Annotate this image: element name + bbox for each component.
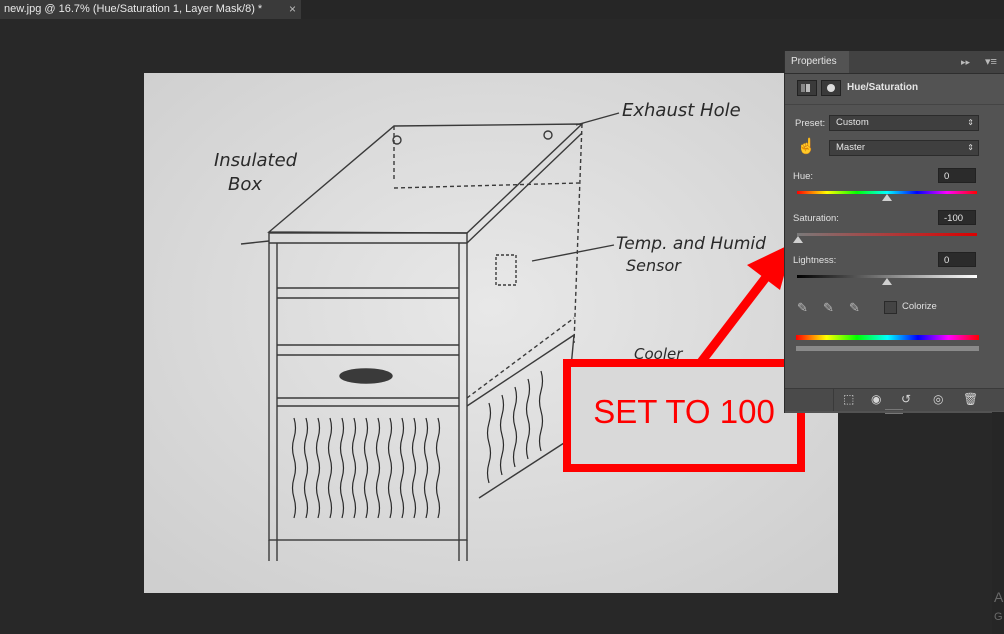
saturation-input[interactable]: -100: [938, 210, 976, 225]
saturation-label: Saturation:: [793, 213, 839, 224]
lightness-label: Lightness:: [793, 255, 837, 266]
color-bar-top: [796, 335, 979, 340]
label-insulated: Insulated: [214, 150, 298, 171]
adjustment-layer-icon[interactable]: [797, 80, 817, 96]
preset-value: Custom: [836, 117, 869, 128]
panel-tab-bar: Properties ▸▸ ▾≡: [785, 51, 1004, 74]
preset-select[interactable]: Custom ⇕: [829, 115, 979, 131]
document-tab[interactable]: new.jpg @ 16.7% (Hue/Saturation 1, Layer…: [0, 0, 301, 19]
panel-footer: ⬚ ◉ ↺ ◎ 🗑: [785, 388, 1004, 411]
panel-menu-icon[interactable]: ▾≡: [985, 51, 997, 73]
hue-input[interactable]: 0: [938, 168, 976, 183]
colorize-checkbox[interactable]: [884, 301, 897, 314]
lightness-slider-thumb[interactable]: [882, 278, 892, 285]
color-bar-bottom: [796, 346, 979, 351]
channel-select[interactable]: Master ⇕: [829, 140, 979, 156]
eyedropper-minus-icon[interactable]: ✎: [849, 300, 860, 316]
image-canvas[interactable]: Insulated Box Exhaust Hole Temp. and Hum…: [144, 73, 838, 593]
label-temp-humid: Temp. and Humid: [616, 234, 766, 254]
eyedropper-icon[interactable]: ✎: [797, 300, 808, 316]
eyedropper-plus-icon[interactable]: ✎: [823, 300, 834, 316]
label-exhaust-hole: Exhaust Hole: [622, 100, 741, 121]
sketch-drawing: Insulated Box Exhaust Hole Temp. and Hum…: [144, 73, 838, 593]
trash-icon[interactable]: 🗑: [963, 392, 978, 406]
view-previous-icon[interactable]: ◉: [871, 392, 881, 406]
lightness-input[interactable]: 0: [938, 252, 976, 267]
hue-slider-thumb[interactable]: [882, 194, 892, 201]
document-tab-bar: new.jpg @ 16.7% (Hue/Saturation 1, Layer…: [0, 0, 1004, 19]
watermark-letter-g: G: [994, 611, 1003, 623]
visibility-eye-icon[interactable]: ◎: [933, 392, 943, 406]
watermark-letter-a: A: [994, 589, 1004, 605]
reset-icon[interactable]: ↺: [901, 392, 911, 406]
saturation-slider-thumb[interactable]: [793, 236, 803, 243]
adjustment-header: Hue/Saturation: [785, 74, 1004, 105]
annotation-text: SET TO 100: [593, 393, 775, 430]
label-sensor: Sensor: [626, 256, 682, 275]
document-tab-title: new.jpg @ 16.7% (Hue/Saturation 1, Layer…: [4, 3, 263, 15]
hue-label: Hue:: [793, 171, 814, 182]
panel-resize-grip[interactable]: [885, 409, 903, 414]
label-box: Box: [228, 174, 262, 195]
adjustment-title: Hue/Saturation: [847, 82, 919, 93]
tab-properties[interactable]: Properties: [785, 51, 849, 73]
colorize-label: Colorize: [902, 301, 937, 312]
preset-label: Preset:: [795, 118, 826, 129]
close-icon[interactable]: ×: [289, 0, 296, 19]
chevron-updown-icon: ⇕: [967, 118, 974, 127]
saturation-slider-track[interactable]: [797, 233, 977, 236]
hand-tool-icon[interactable]: ☝: [797, 137, 816, 155]
channel-value: Master: [836, 142, 866, 153]
chevron-updown-icon: ⇕: [967, 143, 974, 152]
annotation-box: SET TO 100: [563, 359, 805, 472]
collapse-icon[interactable]: ▸▸: [961, 51, 970, 73]
layer-mask-icon[interactable]: [821, 80, 841, 96]
properties-panel: Properties ▸▸ ▾≡ Hue/Saturation Preset: …: [784, 51, 1004, 414]
clip-to-layer-icon[interactable]: ⬚: [843, 392, 854, 406]
